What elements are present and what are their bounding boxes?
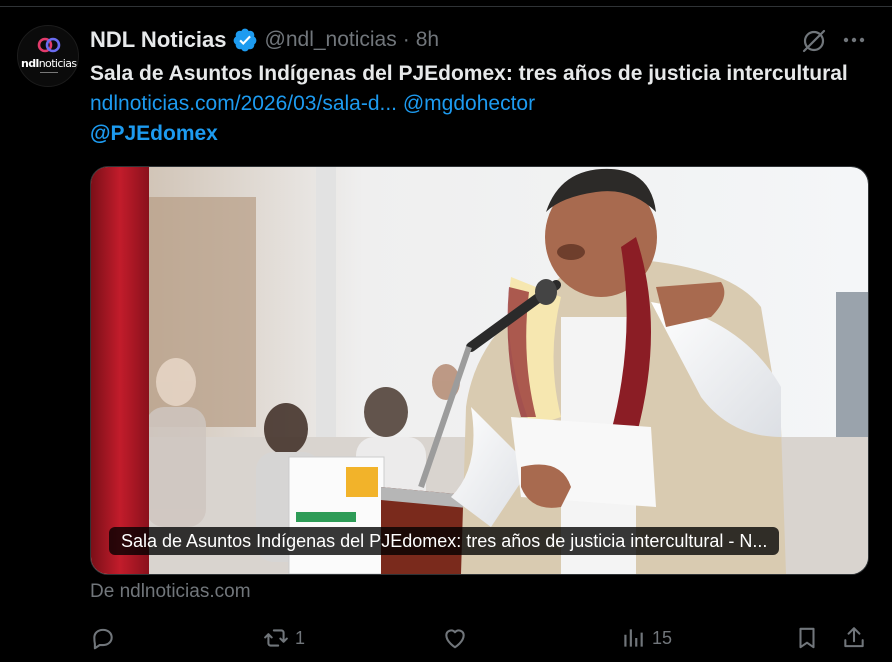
link-card[interactable]: Sala de Asuntos Indígenas del PJEdomex: … bbox=[90, 166, 869, 575]
views-button[interactable]: 15 bbox=[620, 622, 672, 654]
more-icon[interactable] bbox=[840, 28, 868, 52]
share-icon bbox=[844, 627, 864, 648]
avatar[interactable]: ndlnoticias bbox=[17, 25, 79, 87]
bookmark-icon bbox=[799, 627, 815, 649]
top-divider bbox=[0, 6, 892, 7]
account-handle[interactable]: @ndl_noticias bbox=[265, 28, 397, 52]
action-bar: 1 15 bbox=[90, 622, 870, 654]
avatar-brand: ndlnoticias bbox=[21, 57, 77, 70]
retweet-icon bbox=[264, 629, 288, 647]
bookmark-button[interactable] bbox=[794, 622, 820, 654]
reply-icon bbox=[93, 628, 113, 650]
tweet-title: Sala de Asuntos Indígenas del PJEdomex: … bbox=[90, 62, 848, 85]
tweet-header: NDL Noticias @ndl_noticias · 8h bbox=[90, 26, 439, 54]
tweet-text: Sala de Asuntos Indígenas del PJEdomex: … bbox=[90, 59, 860, 149]
card-source[interactable]: De ndlnoticias.com bbox=[90, 581, 251, 603]
grok-icon[interactable] bbox=[800, 27, 828, 55]
logo-rings-icon bbox=[37, 37, 61, 53]
tweet-time[interactable]: 8h bbox=[416, 28, 439, 52]
retweet-count: 1 bbox=[295, 627, 306, 648]
mention-mgdohector[interactable]: @mgdohector bbox=[403, 92, 535, 115]
views-icon bbox=[624, 629, 643, 647]
avatar-underline bbox=[40, 72, 58, 73]
tweet-link[interactable]: ndlnoticias.com/2026/03/sala-d... bbox=[90, 92, 397, 115]
card-caption: Sala de Asuntos Indígenas del PJEdomex: … bbox=[109, 527, 780, 555]
share-button[interactable] bbox=[841, 622, 867, 654]
like-button[interactable] bbox=[442, 622, 474, 654]
separator-dot: · bbox=[402, 28, 410, 51]
retweet-button[interactable]: 1 bbox=[263, 622, 305, 654]
views-count: 15 bbox=[652, 627, 673, 648]
like-icon bbox=[445, 629, 465, 649]
account-name[interactable]: NDL Noticias bbox=[90, 27, 227, 53]
verified-icon bbox=[233, 28, 256, 52]
mention-pjedomex[interactable]: @PJEdomex bbox=[90, 122, 218, 145]
card-photo bbox=[91, 167, 868, 574]
reply-button[interactable] bbox=[90, 622, 122, 654]
